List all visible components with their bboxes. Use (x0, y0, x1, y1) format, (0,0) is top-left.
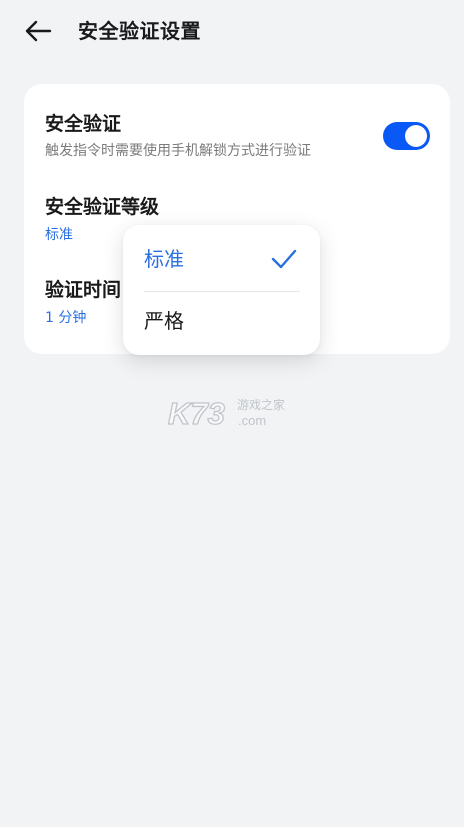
dropdown-option-standard[interactable]: 标准 (123, 227, 320, 292)
watermark-domain: .com (238, 413, 266, 428)
verify-time-title: 验证时间 (45, 279, 122, 301)
toggle-knob (405, 125, 427, 147)
security-verification-row[interactable]: 安全验证 触发指令时需要使用手机解锁方式进行验证 (24, 84, 450, 184)
security-level-value: 标准 (45, 227, 73, 243)
security-verification-subtitle: 触发指令时需要使用手机解锁方式进行验证 (45, 143, 311, 159)
dropdown-option-label: 标准 (144, 247, 184, 271)
checkmark-icon (271, 249, 297, 269)
verify-time-value: 1 分钟 (45, 310, 87, 326)
title-bar: 安全验证设置 (0, 0, 464, 64)
watermark-cn: 游戏之家 (237, 397, 285, 412)
watermark-main: K73 (168, 396, 225, 430)
dropdown-option-label: 严格 (144, 309, 184, 333)
dropdown-option-strict[interactable]: 严格 (123, 291, 320, 355)
security-level-title: 安全验证等级 (45, 196, 160, 218)
security-verification-title: 安全验证 (45, 113, 122, 135)
security-verification-toggle[interactable] (383, 122, 430, 150)
security-level-dropdown: 标准 严格 (123, 225, 320, 355)
page-title: 安全验证设置 (78, 19, 201, 43)
watermark-logo: K73 游戏之家 .com (167, 394, 298, 431)
arrow-left-icon (25, 20, 52, 42)
back-button[interactable] (18, 13, 58, 49)
